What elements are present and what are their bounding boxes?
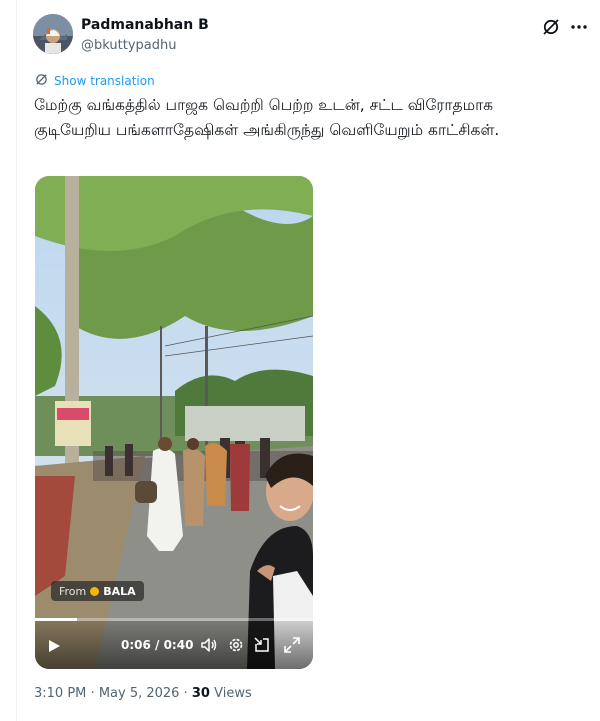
video-controls: 0:06 / 0:40 (35, 621, 313, 669)
play-icon[interactable] (47, 638, 61, 652)
views-count[interactable]: 30 (192, 686, 210, 701)
dock-icon[interactable] (253, 636, 271, 654)
meta-separator: · (90, 686, 95, 701)
tweet-text: மேற்கு வங்கத்தில் பாஜக வெற்றி பெற்ற உடன்… (34, 96, 500, 139)
fullscreen-icon[interactable] (283, 636, 301, 654)
views-label: Views (214, 686, 252, 701)
tweet-date[interactable]: May 5, 2026 (99, 686, 180, 701)
meta-separator-2: · (183, 686, 188, 701)
from-source-name: BALA (103, 584, 136, 598)
from-attribution-badge[interactable]: From BALA (51, 581, 144, 601)
avatar[interactable] (33, 14, 73, 54)
tweet-card: Padmanabhan B @bkuttypadhu Show translat… (16, 0, 600, 721)
video-player[interactable]: From BALA 0:06 / 0:40 (35, 176, 313, 669)
tweet-meta: 3:10 PM · May 5, 2026 · 30 Views (34, 686, 252, 701)
settings-icon[interactable] (227, 636, 245, 654)
translate-icon (35, 73, 48, 89)
user-display-name[interactable]: Padmanabhan B (81, 17, 209, 33)
grok-icon[interactable] (542, 18, 560, 36)
video-time: 0:06 / 0:40 (121, 638, 194, 652)
more-icon[interactable] (569, 18, 589, 36)
volume-icon[interactable] (200, 636, 218, 654)
tweet-time[interactable]: 3:10 PM (34, 686, 86, 701)
show-translation-link[interactable]: Show translation (35, 73, 155, 89)
show-translation-label: Show translation (54, 74, 155, 88)
user-handle[interactable]: @bkuttypadhu (81, 38, 176, 53)
from-label: From (59, 584, 87, 598)
source-logo-icon (90, 586, 100, 596)
